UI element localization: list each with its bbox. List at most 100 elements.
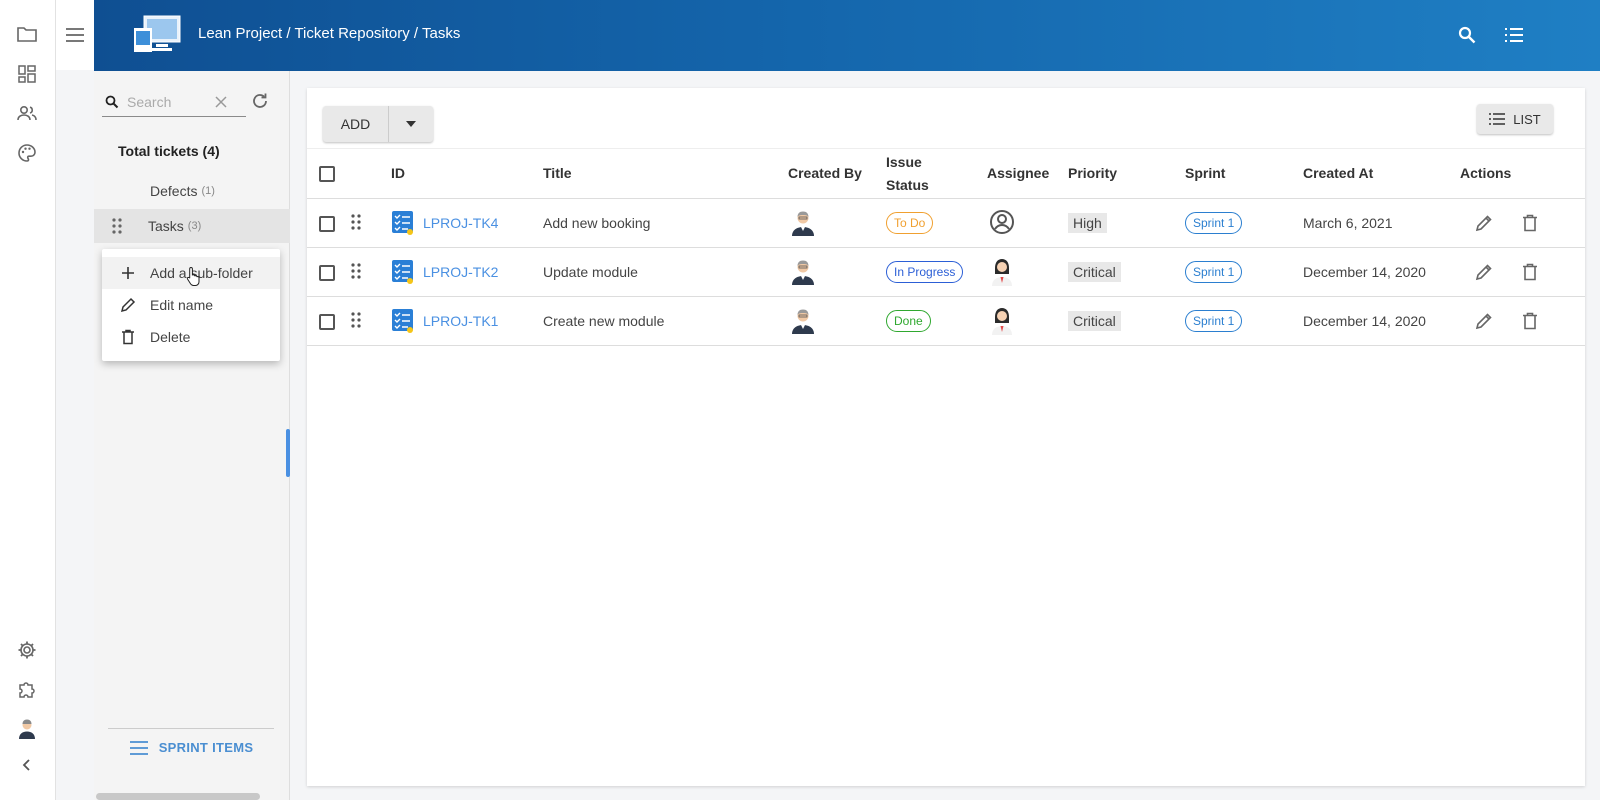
column-header-id[interactable]: ID [391,165,405,181]
created-by-avatar [790,260,816,288]
column-header-assignee[interactable]: Assignee [987,165,1049,181]
menu-lines-icon [129,740,148,755]
user-circle-icon [990,209,1014,234]
column-header-priority[interactable]: Priority [1068,165,1117,181]
created-by-avatar [790,309,816,337]
total-tickets-label: Total tickets (4) [118,143,220,159]
refresh-icon[interactable] [250,91,270,111]
column-header-issue-status-line2: Status [886,176,929,193]
gear-icon[interactable] [15,638,39,662]
list-view-label: LIST [1513,111,1541,127]
table-row[interactable]: LPROJ-TK4 Add new booking To Do High Sprint … [307,198,1585,248]
menu-item-label: Edit name [150,297,214,313]
search-icon[interactable] [1454,22,1480,48]
trash-icon [118,329,138,345]
search-input[interactable] [127,93,207,110]
column-header-title[interactable]: Title [543,165,572,181]
list-view-icon[interactable] [1501,22,1527,48]
add-button[interactable]: ADD [323,106,389,142]
priority-badge: Critical [1068,311,1121,331]
menu-item-edit-name[interactable]: Edit name [102,289,280,321]
avatar-icon [792,309,814,334]
add-dropdown-button[interactable] [389,106,433,142]
edit-icon[interactable] [1472,260,1496,284]
sprint-badge[interactable]: Sprint 1 [1185,212,1243,234]
table-row[interactable]: LPROJ-TK1 Create new module Done Critical Sp… [307,296,1585,346]
status-badge: Done [886,310,931,332]
tree-item-tasks[interactable]: Tasks (3) [94,209,290,243]
clear-search-icon[interactable] [215,95,227,108]
drag-handle-icon[interactable] [351,311,361,328]
ticket-id-link[interactable]: LPROJ-TK2 [423,264,498,280]
tree-search [102,87,246,117]
status-badge: In Progress [886,261,964,283]
row-checkbox[interactable] [319,264,335,281]
palette-icon[interactable] [15,141,39,165]
column-header-issue-status-line1: Issue [886,153,922,170]
row-checkbox[interactable] [319,313,335,330]
puzzle-icon[interactable] [15,677,39,701]
tickets-table: ID Title Created By Issue Status Assignee… [307,148,1585,346]
sprint-items-button[interactable]: SPRINT ITEMS [108,728,274,766]
list-view-button[interactable]: LIST [1477,104,1553,134]
delete-icon[interactable] [1518,260,1542,284]
avatar-icon [992,258,1012,286]
assignee-avatar [989,209,1015,238]
tree-item-defects[interactable]: Defects (1) [94,174,290,208]
folder-icon[interactable] [15,22,39,46]
drag-handle-icon[interactable] [351,213,361,230]
tree-item-label: Tasks [148,218,184,234]
edit-icon[interactable] [1472,211,1496,235]
menu-item-delete[interactable]: Delete [102,321,280,353]
menu-item-label: Delete [150,329,191,345]
people-icon[interactable] [15,101,39,125]
edit-icon[interactable] [1472,309,1496,333]
pencil-icon [118,297,138,313]
dashboard-icon[interactable] [15,62,39,86]
mouse-cursor-icon [186,266,202,289]
menu-toggle-button[interactable] [56,0,94,70]
assignee-avatar [989,258,1015,289]
sprint-badge[interactable]: Sprint 1 [1185,261,1243,283]
app-logo [132,14,182,56]
panel-resize-handle[interactable] [286,429,290,477]
drag-handle-icon[interactable] [112,218,122,234]
tree-item-count: (1) [201,185,215,197]
left-rail [0,0,56,800]
created-by-avatar [790,211,816,239]
tree-item-label: Defects [150,183,198,199]
created-at: December 14, 2020 [1303,264,1426,280]
drag-handle-icon[interactable] [351,262,361,279]
status-badge: To Do [886,212,934,234]
horizontal-scrollbar[interactable] [96,793,260,800]
avatar[interactable] [15,716,39,740]
task-type-icon [392,309,413,333]
add-button-group: ADD [323,106,433,142]
delete-icon[interactable] [1518,309,1542,333]
folder-tree-panel: Total tickets (4) Defects (1) Tasks (3) … [94,71,290,800]
priority-badge: High [1068,213,1107,233]
task-type-icon [392,211,413,235]
delete-icon[interactable] [1518,211,1542,235]
column-header-sprint[interactable]: Sprint [1185,165,1225,181]
table-header-row: ID Title Created By Issue Status Assignee… [307,148,1585,199]
ticket-title: Add new booking [543,215,651,231]
ticket-id-link[interactable]: LPROJ-TK4 [423,215,498,231]
task-type-icon [392,260,413,284]
column-header-created-by[interactable]: Created By [788,165,862,181]
column-header-issue-status[interactable]: Issue Status [886,148,987,199]
search-icon [105,95,119,108]
created-at: December 14, 2020 [1303,313,1426,329]
row-checkbox[interactable] [319,215,335,232]
assignee-avatar [989,307,1015,338]
caret-down-icon [406,121,416,127]
column-header-created-at[interactable]: Created At [1303,165,1373,181]
list-icon [1489,113,1506,125]
ticket-id-link[interactable]: LPROJ-TK1 [423,313,498,329]
table-row[interactable]: LPROJ-TK2 Update module In Progress Critica… [307,247,1585,297]
select-all-checkbox[interactable] [319,166,335,183]
app-header: Lean Project / Ticket Repository / Tasks [94,0,1600,71]
sprint-badge[interactable]: Sprint 1 [1185,310,1243,332]
chevron-left-icon[interactable] [15,753,39,777]
ticket-title: Create new module [543,313,665,329]
